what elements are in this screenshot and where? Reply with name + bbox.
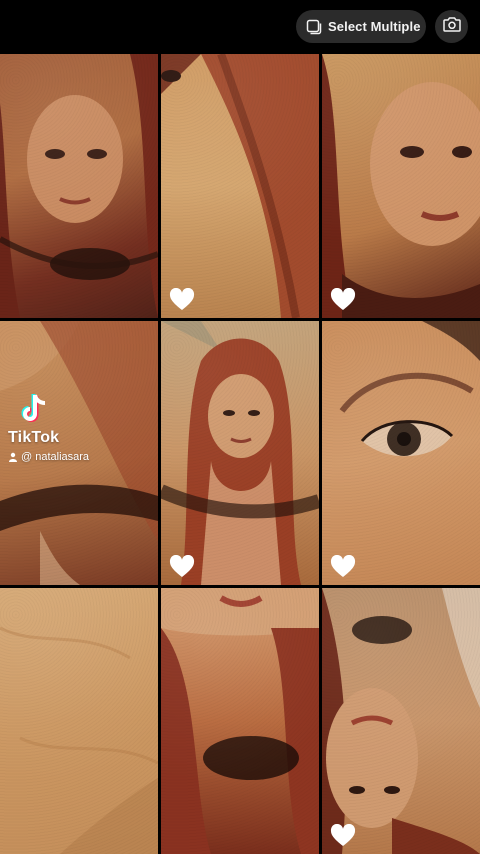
grid-item[interactable] [161, 54, 319, 318]
heart-icon [169, 287, 195, 312]
portrait-thumbnail [161, 588, 319, 854]
tiktok-username: @ nataliasara [8, 451, 89, 463]
square-stack-icon [306, 19, 322, 35]
grid-item[interactable] [161, 588, 319, 854]
grid-item[interactable] [322, 54, 480, 318]
fabric-thumbnail [0, 626, 158, 854]
hair-thumbnail [161, 54, 319, 318]
person-icon [8, 452, 18, 462]
top-bar: Select Multiple [0, 0, 480, 54]
tiktok-username-text: @ nataliasara [21, 451, 90, 463]
heart-icon [169, 554, 195, 579]
heart-icon [330, 823, 356, 848]
grid-item[interactable] [0, 54, 158, 318]
tiktok-brand-text: TikTok [8, 429, 60, 446]
portrait-thumbnail [0, 54, 158, 318]
heart-icon [330, 287, 356, 312]
media-grid: TikTok @ nataliasara [0, 54, 480, 854]
grid-item[interactable] [322, 588, 480, 854]
camera-button[interactable] [435, 10, 468, 43]
grid-item[interactable] [161, 321, 319, 585]
select-multiple-button[interactable]: Select Multiple [296, 10, 426, 43]
heart-icon [330, 554, 356, 579]
camera-icon [442, 16, 461, 37]
portrait-thumbnail [322, 54, 480, 318]
tiktok-logo-icon [18, 393, 48, 430]
grid-item[interactable] [322, 321, 480, 585]
grid-item[interactable] [0, 588, 158, 854]
portrait-thumbnail [161, 321, 319, 585]
eye-closeup-thumbnail [339, 321, 480, 457]
select-multiple-label: Select Multiple [328, 19, 421, 34]
grid-item[interactable]: TikTok @ nataliasara [0, 321, 158, 585]
upside-down-portrait-thumbnail [322, 588, 480, 854]
